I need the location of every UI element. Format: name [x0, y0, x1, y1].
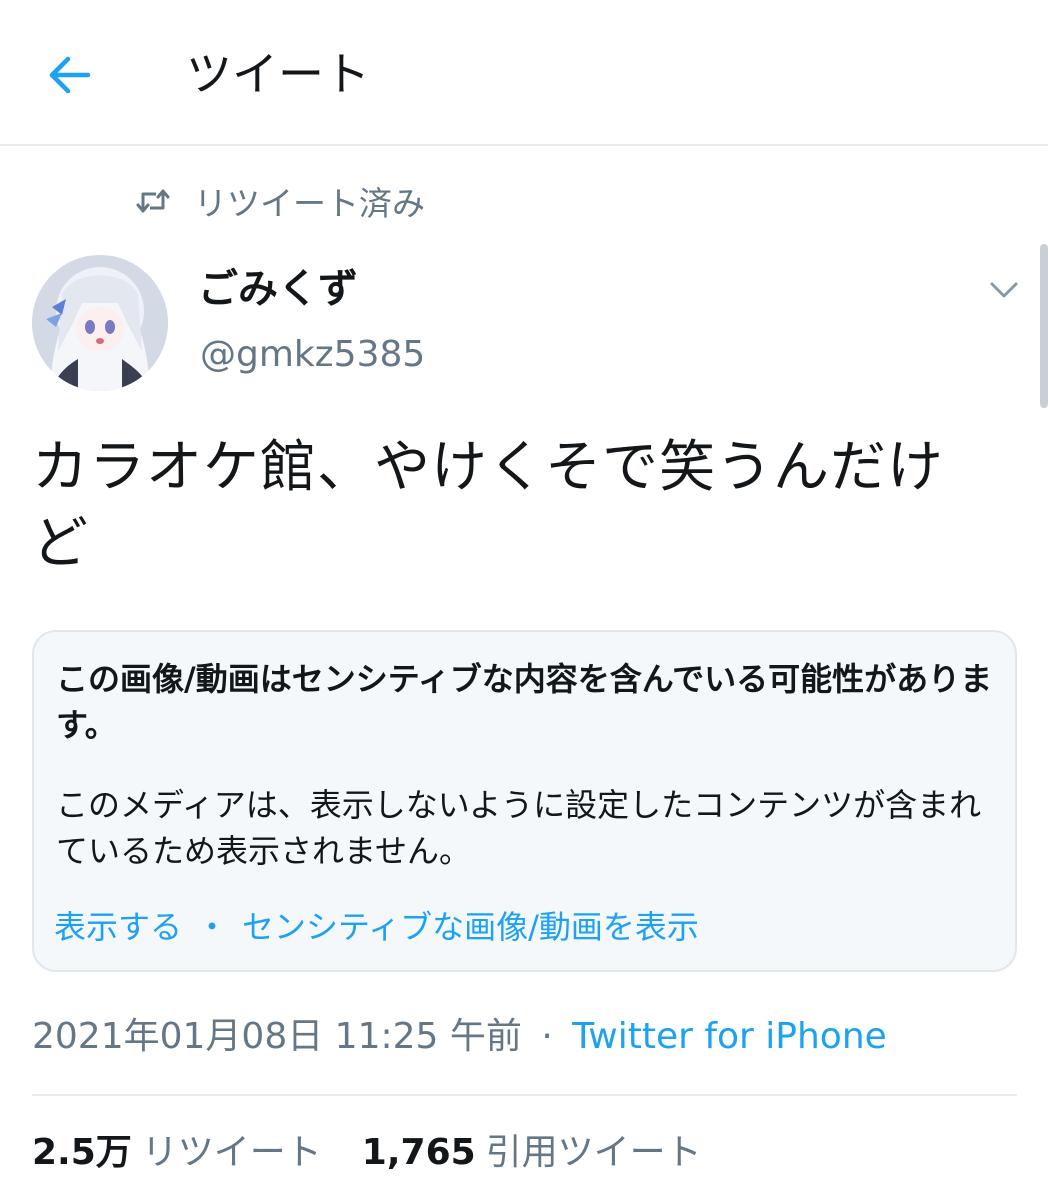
back-button[interactable] [40, 45, 100, 105]
sensitive-notice-title: この画像/動画はセンシティブな内容を含んでいる可能性があります。 [56, 660, 993, 744]
show-media-link[interactable]: 表示する [54, 904, 182, 950]
arrow-left-icon [49, 56, 91, 94]
retweets-stat[interactable]: 2.5万 リツイート [32, 1126, 322, 1180]
retweets-count: 2.5万 [32, 1132, 132, 1173]
page-title: ツイート [186, 47, 370, 101]
link-separator: ・ [196, 908, 229, 946]
tweet-text: カラオケ館、やけくそで笑うんだけど [32, 435, 944, 576]
tweet-options-button[interactable] [982, 268, 1026, 312]
meta-separator: · [541, 1016, 553, 1057]
retweets-label: リツイート [141, 1132, 322, 1173]
quotes-count: 1,765 [361, 1132, 476, 1173]
chevron-down-icon [990, 282, 1018, 298]
quotes-stat[interactable]: 1,765 引用ツイート [362, 1126, 702, 1180]
sensitive-settings-link[interactable]: センシティブな画像/動画を表示 [242, 904, 699, 950]
scrollbar[interactable] [1040, 244, 1048, 408]
retweet-icon [136, 184, 170, 218]
author-name[interactable]: ごみくず [198, 262, 358, 316]
avatar-illustration [32, 255, 168, 391]
tweet-meta: 2021年01月08日 11:25 午前 · Twitter for iPhon… [32, 1010, 887, 1064]
top-bar: ツイート [0, 0, 1048, 146]
author-handle[interactable]: @gmkz5385 [200, 330, 425, 380]
sensitive-media-notice: この画像/動画はセンシティブな内容を含んでいる可能性があります。 このメディアは… [32, 630, 1017, 972]
avatar[interactable] [32, 255, 168, 391]
tweet-stats: 2.5万 リツイート 1,765 引用ツイート [32, 1126, 742, 1180]
quotes-label: 引用ツイート [485, 1132, 702, 1173]
retweeted-indicator: リツイート済み [136, 176, 425, 226]
tweet-timestamp[interactable]: 2021年01月08日 11:25 午前 [32, 1016, 522, 1057]
tweet-source-link[interactable]: Twitter for iPhone [572, 1016, 887, 1057]
retweeted-label: リツイート済み [194, 184, 425, 223]
sensitive-notice-body: このメディアは、表示しないように設定したコンテンツが含まれているため表示されませ… [56, 786, 982, 870]
divider [32, 1094, 1017, 1096]
sensitive-notice-actions: 表示する ・ センシティブな画像/動画を表示 [54, 904, 699, 950]
